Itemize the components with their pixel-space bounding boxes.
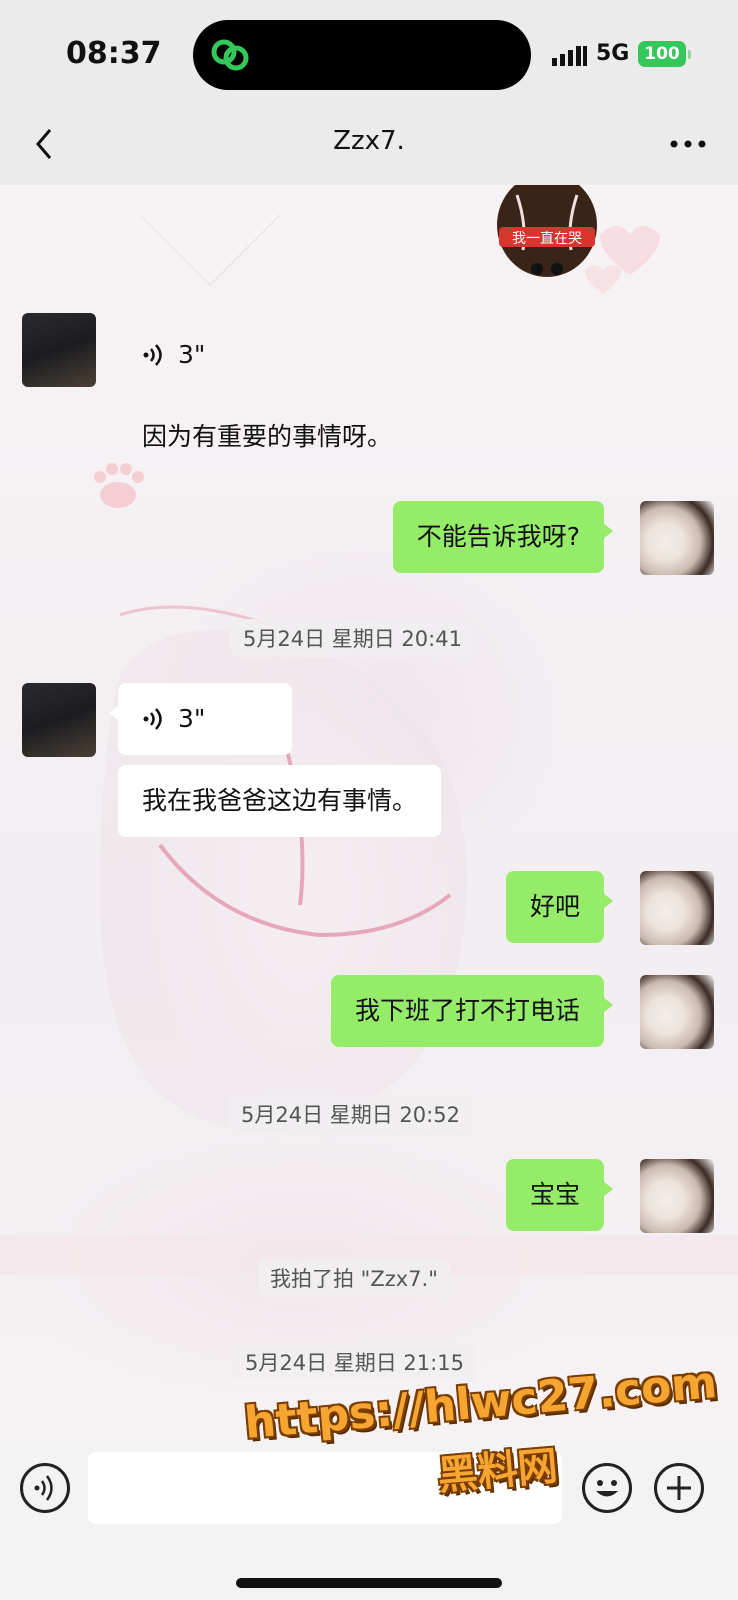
voice-mode-icon[interactable] bbox=[20, 1463, 70, 1513]
signal-icon bbox=[552, 46, 587, 66]
message-list[interactable]: 我一直在哭 3" 因为有重要的事情呀。 不能告诉我呀? 5月24日 星期日 20… bbox=[0, 185, 738, 1440]
my-avatar[interactable] bbox=[640, 975, 714, 1049]
battery-indicator: 100 bbox=[638, 41, 691, 67]
status-time: 08:37 bbox=[66, 36, 162, 71]
watermark-site-name: 黑料网 bbox=[435, 1443, 560, 1500]
message-text: 我下班了打不打电话 bbox=[354, 996, 580, 1025]
more-dots-icon[interactable] bbox=[668, 138, 708, 150]
dynamic-island bbox=[193, 20, 531, 90]
message-bubble[interactable]: 好吧 bbox=[505, 871, 614, 943]
message-timestamp: 5月24日 星期日 21:15 bbox=[233, 1343, 476, 1381]
voice-message[interactable]: 3" bbox=[118, 319, 229, 391]
chat-header: Zzx7. bbox=[0, 110, 738, 185]
contact-avatar[interactable] bbox=[22, 313, 96, 387]
message-timestamp: 5月24日 星期日 20:41 bbox=[231, 619, 474, 657]
message-bubble[interactable]: 我下班了打不打电话 bbox=[330, 975, 614, 1047]
message-text: 我在我爸爸这边有事情。 bbox=[142, 786, 418, 815]
voice-wave-icon bbox=[143, 344, 162, 366]
message-bubble[interactable]: 不能告诉我呀? bbox=[392, 501, 614, 573]
pat-system-message: 我拍了拍 "Zzx7." bbox=[258, 1259, 450, 1297]
message-bubble[interactable]: 宝宝 bbox=[505, 1159, 614, 1231]
voice-duration: 3" bbox=[178, 704, 206, 733]
home-indicator[interactable] bbox=[236, 1578, 502, 1588]
contact-avatar[interactable] bbox=[22, 683, 96, 757]
message-text: 好吧 bbox=[529, 892, 580, 921]
link-chain-icon bbox=[211, 39, 249, 71]
message-timestamp: 5月24日 星期日 20:52 bbox=[229, 1095, 472, 1133]
message-text: 因为有重要的事情呀。 bbox=[142, 422, 393, 451]
crying-sticker[interactable]: 我一直在哭 bbox=[497, 185, 607, 285]
message-text: 不能告诉我呀? bbox=[416, 522, 580, 551]
my-avatar[interactable] bbox=[640, 871, 714, 945]
my-avatar[interactable] bbox=[640, 1159, 714, 1233]
voice-duration: 3" bbox=[178, 340, 206, 369]
message-bubble[interactable]: 因为有重要的事情呀。 bbox=[118, 401, 416, 473]
my-avatar[interactable] bbox=[640, 501, 714, 575]
status-bar: 08:37 5G 100 bbox=[0, 0, 738, 110]
message-text: 宝宝 bbox=[529, 1180, 580, 1209]
sticker-caption: 我一直在哭 bbox=[512, 230, 582, 247]
chat-title: Zzx7. bbox=[333, 126, 405, 156]
network-type: 5G bbox=[596, 41, 630, 66]
message-bubble[interactable]: 我在我爸爸这边有事情。 bbox=[118, 765, 442, 837]
voice-message[interactable]: 3" bbox=[109, 683, 292, 755]
voice-wave-icon bbox=[143, 708, 162, 730]
